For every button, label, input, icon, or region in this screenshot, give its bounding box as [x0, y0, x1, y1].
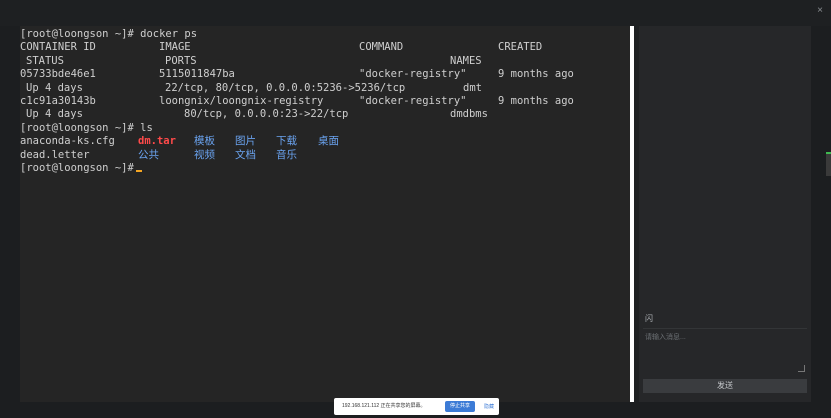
side-indicator[interactable] — [826, 152, 831, 176]
header-container-id: CONTAINER ID — [20, 41, 96, 54]
file-entry: dead.letter — [20, 148, 90, 161]
prompt: [root@loongson ~]# — [20, 161, 134, 174]
command: docker ps — [133, 28, 198, 40]
resize-handle-icon[interactable] — [798, 365, 805, 372]
directory-entry: 模板 — [194, 135, 215, 148]
container-id: 05733bde46e1 — [20, 68, 96, 81]
table-row: Up 4 days 80/tcp, 0.0.0.0:23->22/tcp dmd… — [20, 108, 488, 121]
header-status: STATUS — [26, 54, 64, 67]
close-icon[interactable]: × — [817, 6, 823, 16]
prompt: [root@loongson ~]# — [20, 121, 134, 134]
send-button[interactable]: 发送 — [643, 379, 807, 393]
table-row: 05733bde46e1 5115011847ba "docker-regist… — [20, 68, 574, 81]
terminal-window[interactable]: [root@loongson ~]# docker ps CONTAINER I… — [20, 26, 630, 402]
terminal-line: [root@loongson ~]# docker ps — [20, 28, 197, 41]
header-image: IMAGE — [159, 41, 191, 54]
header-command: COMMAND — [359, 41, 404, 54]
chat-title: 闪 — [645, 314, 653, 323]
container-ports: 80/tcp, 0.0.0.0:23->22/tcp — [184, 108, 349, 121]
terminal-line: [root@loongson ~]# — [20, 162, 197, 175]
hide-notification-link[interactable]: 隐藏 — [484, 403, 494, 410]
directory-entry: 桌面 — [318, 135, 339, 148]
container-created: 9 months ago — [498, 94, 574, 107]
container-names: dmt — [463, 81, 482, 94]
text-cursor — [135, 169, 142, 172]
table-header-row: CONTAINER ID IMAGE COMMAND CREATED — [20, 41, 542, 54]
container-image: 5115011847ba — [159, 68, 235, 81]
prompt: [root@loongson ~]# — [20, 28, 134, 40]
screen-share-notification: 192.168.121.112 正在共享您的屏幕。 停止共享 隐藏 — [334, 398, 499, 415]
terminal-line: [root@loongson ~]# ls — [20, 122, 197, 135]
container-status: Up 4 days — [26, 108, 83, 121]
directory-entry: 下载 — [276, 135, 297, 148]
directory-entry: 视频 — [194, 148, 215, 161]
top-bar: × — [0, 0, 831, 26]
archive-entry: dm.tar — [138, 135, 176, 148]
header-ports: PORTS — [165, 54, 197, 67]
container-image: loongnix/loongnix-registry — [159, 94, 324, 107]
ls-output-row: anaconda-ks.cfg dm.tar 模板 图片 下载 桌面 — [20, 135, 339, 148]
container-names: dmdbms — [450, 108, 488, 121]
container-status: Up 4 days — [26, 81, 83, 94]
terminal-output: [root@loongson ~]# docker ps CONTAINER I… — [20, 28, 574, 175]
chat-panel: 闪 请输入消息... 发送 — [639, 26, 811, 402]
directory-entry: 文档 — [235, 148, 256, 161]
message-placeholder: 请输入消息... — [645, 334, 686, 341]
ls-output-row: dead.letter 公共 视频 文档 音乐 — [20, 148, 297, 162]
container-ports: 22/tcp, 80/tcp, 0.0.0.0:5236->5236/tcp — [165, 81, 406, 94]
table-row: Up 4 days 22/tcp, 80/tcp, 0.0.0.0:5236->… — [20, 81, 482, 95]
left-margin — [0, 26, 20, 418]
container-command: "docker-registry" — [359, 68, 467, 81]
right-margin — [811, 26, 831, 418]
container-id: c1c91a30143b — [20, 94, 96, 107]
directory-entry: 图片 — [235, 135, 256, 148]
container-created: 9 months ago — [498, 68, 574, 81]
header-created: CREATED — [498, 41, 543, 54]
message-input[interactable]: 请输入消息... — [643, 328, 807, 374]
stop-sharing-button[interactable]: 停止共享 — [445, 401, 475, 412]
directory-entry: 音乐 — [276, 148, 297, 161]
notification-text: 192.168.121.112 正在共享您的屏幕。 — [342, 403, 426, 409]
command: ls — [133, 121, 153, 134]
table-header-row: STATUS PORTS NAMES — [20, 54, 482, 68]
table-row: c1c91a30143b loongnix/loongnix-registry … — [20, 94, 574, 108]
directory-entry: 公共 — [138, 148, 159, 161]
header-names: NAMES — [450, 54, 482, 67]
file-entry: anaconda-ks.cfg — [20, 135, 115, 148]
container-command: "docker-registry" — [359, 94, 467, 107]
